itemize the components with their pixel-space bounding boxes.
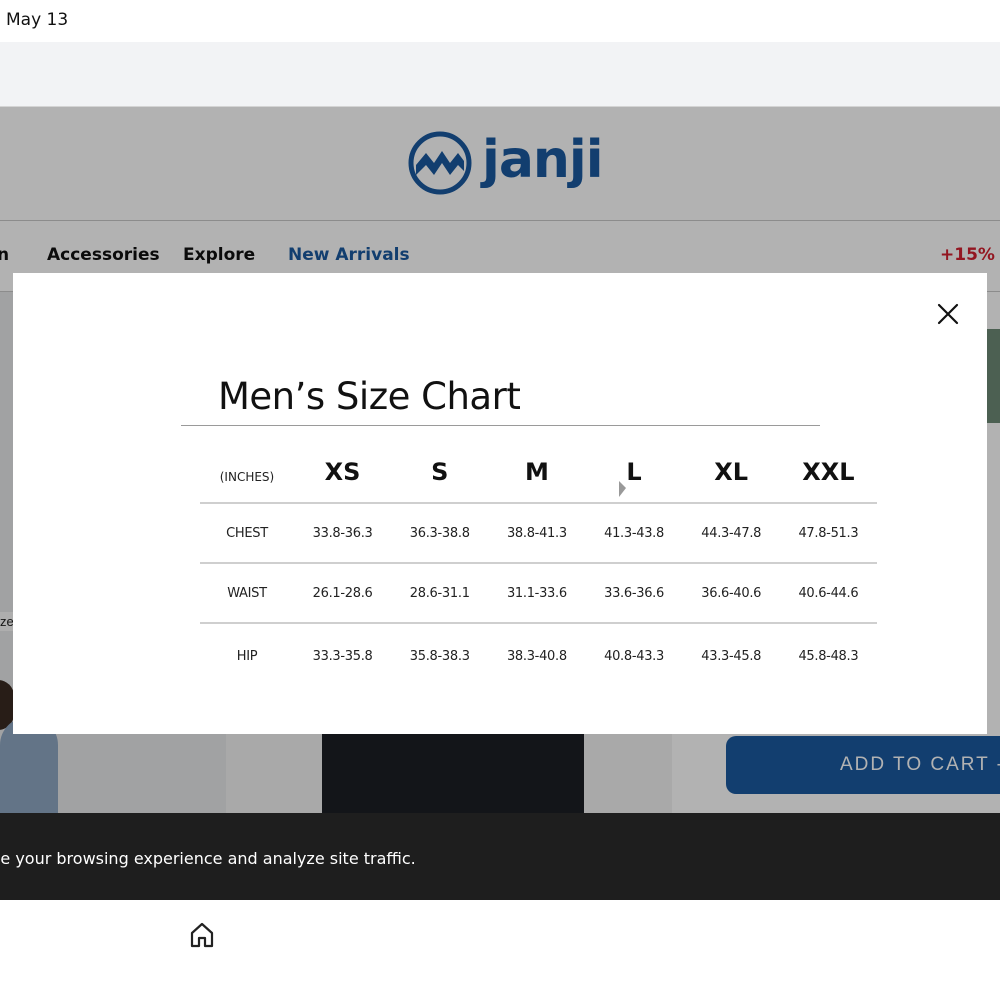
table-cell: 33.6-36.6 (585, 563, 683, 624)
title-divider (181, 425, 820, 426)
table-cell: 44.3-47.8 (682, 503, 780, 564)
size-header: XL (682, 441, 780, 504)
table-cell: 33.3-35.8 (312, 649, 373, 664)
table-row-hip: HIP 33.3-35.8 35.8-38.3 38.3-40.8 40.8-4… (200, 623, 877, 689)
table-cell: 43.3-45.8 (701, 649, 762, 664)
table-cell: 40.8-43.3 (604, 649, 664, 664)
table-cell: 35.8-38.3 (409, 649, 470, 664)
table-cell: 45.8-48.3 (798, 649, 859, 664)
size-header: S (391, 441, 489, 504)
table-cell: 47.8-51.3 (779, 503, 877, 564)
modal-title: Men’s Size Chart (218, 375, 521, 418)
row-label: WAIST (200, 563, 294, 624)
cookie-banner: ze your browsing experience and analyze … (0, 813, 1000, 900)
table-cell: 26.1-28.6 (294, 563, 392, 624)
cookie-banner-text: ze your browsing experience and analyze … (0, 849, 416, 868)
size-header: XS (294, 441, 392, 504)
bottom-toolbar (0, 900, 1000, 1000)
table-cell: 40.6-44.6 (779, 563, 877, 624)
table-row-chest: CHEST 33.8-36.3 36.3-38.8 38.8-41.3 41.3… (200, 503, 877, 564)
table-cell: 38.3-40.8 (506, 649, 567, 664)
browser-address-bar[interactable] (0, 42, 1000, 107)
mouse-cursor (619, 481, 626, 497)
table-cell: 31.1-33.6 (488, 563, 586, 624)
size-chart-table: (INCHES) XS S M L XL XXL CHEST 33.8-36.3… (200, 441, 877, 689)
table-cell: 38.8-41.3 (488, 503, 586, 564)
table-cell: 28.6-31.1 (391, 563, 489, 624)
home-icon[interactable] (190, 922, 214, 948)
table-cell: 41.3-43.8 (585, 503, 683, 564)
table-row-waist: WAIST 26.1-28.6 28.6-31.1 31.1-33.6 33.6… (200, 563, 877, 624)
size-chart-modal: Men’s Size Chart (INCHES) XS S M L XL XX… (13, 273, 987, 734)
table-cell: 36.6-40.6 (682, 563, 780, 624)
row-label: CHEST (200, 503, 294, 564)
close-icon[interactable] (935, 301, 961, 327)
status-bar: May 13 (0, 0, 1000, 42)
size-header: XXL (779, 441, 877, 504)
size-header-row: (INCHES) XS S M L XL XXL (200, 441, 877, 504)
table-cell: 33.8-36.3 (294, 503, 392, 564)
unit-label: (INCHES) (200, 441, 294, 504)
row-label: HIP (236, 649, 258, 664)
table-cell: 36.3-38.8 (391, 503, 489, 564)
size-header: M (488, 441, 586, 504)
size-header: L (585, 441, 683, 504)
status-date: May 13 (6, 10, 69, 30)
